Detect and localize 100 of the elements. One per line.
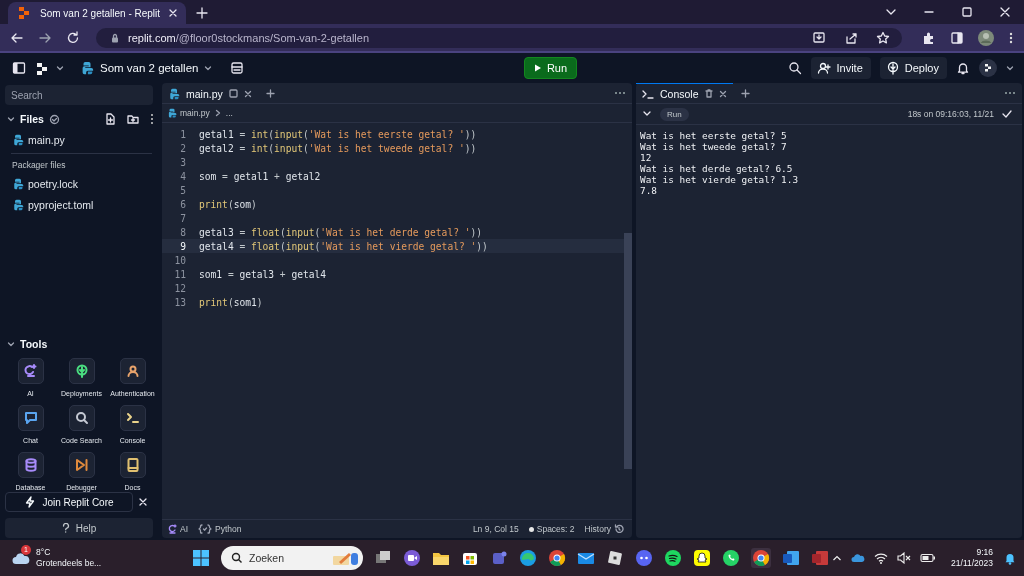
replit-logo-icon[interactable] [34,61,48,75]
bell-icon[interactable] [1004,551,1016,565]
join-button[interactable]: Join Replit Core [5,492,133,512]
deploy-button[interactable]: Deploy [879,57,947,79]
reload-icon[interactable] [66,30,80,45]
ai-status[interactable]: AI [168,524,189,534]
tool-button[interactable] [68,358,95,384]
bell-icon[interactable] [956,61,970,75]
history-button[interactable]: History [584,524,624,534]
python-icon [168,87,180,100]
line-number: 11 [173,268,186,280]
python-icon [12,198,24,211]
line-number: 9 [179,240,186,252]
share-icon[interactable] [844,30,858,45]
help-button[interactable]: Help [5,518,153,538]
clock[interactable]: 9:16 21/11/2023 [951,547,993,569]
chrome-icon[interactable] [751,548,771,568]
run-chip[interactable]: Run [660,107,689,121]
editor-tab[interactable]: main.py [162,82,258,104]
new-file-icon[interactable] [104,113,116,125]
discord-icon[interactable] [635,549,653,567]
breadcrumb-item[interactable]: main.py [167,108,210,118]
search-icon[interactable] [788,61,803,75]
code-line: getal3 = float(input('Wat is het derde getal? ')) [199,226,483,238]
spotify-icon[interactable] [664,549,682,567]
line-number: 7 [179,212,186,224]
project-selector[interactable]: Som van 2 getallen [76,61,217,75]
chevron-up-icon[interactable] [832,554,843,562]
language-status[interactable]: Python [198,524,242,534]
new-tab-icon[interactable] [196,7,209,19]
file-item[interactable]: main.py [5,129,158,150]
close-icon[interactable] [243,89,252,98]
speaker-muted-icon[interactable] [897,552,912,564]
line-number: 8 [179,226,186,238]
invite-button[interactable]: Invite [811,57,871,79]
scrollbar[interactable] [624,233,632,469]
breadcrumb-item[interactable]: ... [225,108,233,118]
indent-status[interactable]: Spaces: 2 [528,524,575,534]
layout-icon[interactable] [230,61,245,75]
chevron-icon [214,109,221,117]
trash-icon[interactable] [704,89,713,98]
add-tab-icon[interactable] [740,88,750,98]
close-icon[interactable] [718,89,727,98]
tool-button[interactable] [119,452,146,478]
sidebar-toggle-icon[interactable] [12,61,26,75]
search-field[interactable]: Search [5,85,153,105]
python-icon [80,61,94,75]
browser-tab[interactable]: Som van 2 getallen - Replit [8,2,187,24]
history-icon [614,524,624,534]
code-line: print(som1) [199,296,263,308]
chrome-icon[interactable] [548,549,566,567]
side-panel-icon[interactable] [950,30,964,45]
avatar-icon[interactable] [978,29,994,46]
start-icon[interactable] [192,549,210,567]
caret-icon [204,64,213,72]
cloud-icon[interactable] [851,553,866,563]
video-call-icon[interactable] [403,549,421,567]
more-icon[interactable] [150,113,154,125]
python-icon [12,133,24,146]
tool-button[interactable] [17,452,44,478]
run-button[interactable]: Run [523,57,578,79]
maximize-icon[interactable] [961,6,973,18]
install-icon[interactable] [812,30,826,45]
browser-icon[interactable] [519,549,537,567]
dot-icon [528,526,534,532]
code-line: som1 = getal3 + getal4 [199,268,327,280]
tool-button[interactable] [17,405,44,431]
wifi-icon[interactable] [874,552,889,564]
add-tab-icon[interactable] [265,88,275,98]
star-icon[interactable] [876,30,890,45]
tool-button[interactable] [119,358,146,384]
battery-icon[interactable] [920,553,937,563]
console-tab[interactable]: Console [636,82,733,104]
tool-button[interactable] [68,452,95,478]
tool-button[interactable] [68,405,95,431]
cube-icon[interactable] [606,549,624,567]
ghost-icon[interactable] [693,549,711,567]
tools-heading: Tools [20,338,48,350]
console-output-line: 12 [640,152,653,163]
new-folder-icon[interactable] [127,113,139,125]
file-item[interactable]: pyproject.toml [5,194,158,215]
whatsapp-icon[interactable] [722,549,740,567]
document-icon[interactable] [782,549,800,567]
more-icon[interactable] [1008,30,1014,45]
tool-button[interactable] [17,358,44,384]
chevron-icon[interactable] [642,110,652,118]
more-icon[interactable] [1004,91,1016,95]
search-field[interactable]: Zoeken [249,552,325,564]
line-number: 12 [173,282,186,294]
search-bar[interactable]: Zoeken [221,546,363,570]
more-icon[interactable] [614,91,626,95]
puzzle-icon[interactable] [922,30,936,45]
file-item[interactable]: poetry.lock [5,173,158,194]
address-bar[interactable]: replit.com/@floor0stockmans/Som-van-2-getallen [96,27,902,48]
line-number: 10 [173,254,186,266]
tool-button[interactable] [119,405,146,431]
play-icon [533,64,542,72]
braces-icon [198,524,213,534]
account-icon[interactable] [979,59,997,77]
close-icon[interactable] [168,8,179,18]
